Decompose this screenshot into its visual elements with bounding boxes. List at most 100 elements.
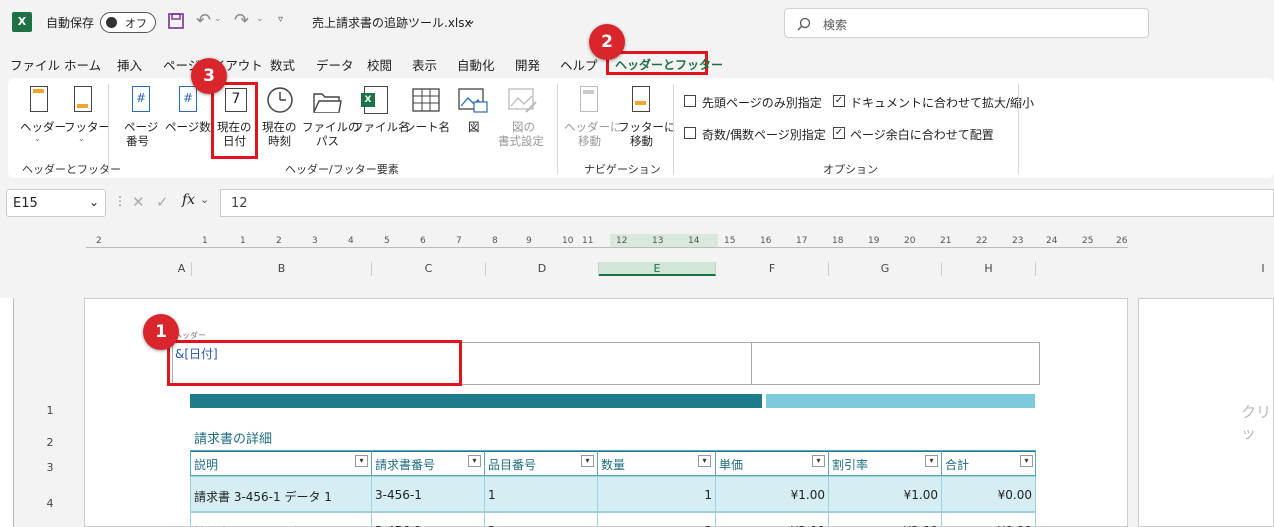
tab-help[interactable]: ヘルプ [560,55,598,74]
goto-footer-button[interactable]: フッターに 移動 [616,84,676,154]
undo-icon[interactable]: ↶ [196,10,211,31]
filter-dropdown-icon[interactable]: ▾ [355,455,368,467]
redo-icon[interactable]: ↷ [234,10,249,31]
tab-formulas[interactable]: 数式 [270,55,295,74]
table-cell[interactable]: 3-456-1 [371,476,485,512]
header-right-section[interactable] [751,342,1040,385]
save-icon[interactable] [168,13,184,29]
row-header-3[interactable]: 3 [38,461,62,474]
table-cell[interactable]: 1 [484,476,598,512]
scale-doc-checkbox[interactable]: ✓ [833,95,845,107]
redo-dropdown-icon[interactable]: ⌄ [256,14,264,24]
row-header-2[interactable]: 2 [38,436,62,449]
table-cell[interactable]: ¥2.00 [828,512,942,527]
formula-input[interactable]: 12 [220,189,1274,217]
footer-button[interactable]: フッター ⌄ [62,84,110,150]
autosave-toggle[interactable]: オフ [100,12,156,33]
cancel-icon[interactable]: ✕ [132,193,145,211]
align-margins-checkbox[interactable]: ✓ [833,127,845,139]
tab-file[interactable]: ファイル [10,55,60,74]
column-unit-price: 単価 ▾ [715,450,829,476]
table-cell[interactable]: 1 [597,476,716,512]
page-count-button[interactable]: # ページ数 [165,84,215,154]
table-cell[interactable]: 2 [484,512,598,527]
ribbon-separator [673,84,674,174]
header-button[interactable]: ヘッダー ⌄ [18,84,66,150]
column-header-b[interactable]: B [192,262,372,276]
tab-view[interactable]: 表示 [412,55,437,74]
goto-header-button[interactable]: ヘッダーに 移動 [564,84,622,154]
diff-first-checkbox[interactable] [684,95,696,107]
cell-reference: E15 [13,196,38,211]
group-label-options: オプション [823,163,878,176]
file-name-button[interactable]: X ファイル名 [352,84,410,154]
section-title: 請求書の詳細 [194,432,273,447]
table-cell[interactable]: 3-456-1 [371,512,485,527]
diff-odd-even-checkbox[interactable] [684,127,696,139]
next-page-text: クリッ [1241,403,1272,442]
format-picture-button[interactable]: 図の 書式設定 [496,84,550,154]
column-header-h[interactable]: H [942,262,1036,276]
tab-review[interactable]: 校閲 [367,55,392,74]
filter-sort-icon[interactable]: ▾ [468,455,481,467]
filter-dropdown-icon[interactable]: ▾ [698,455,711,467]
format-picture-label-1: 図の [512,120,535,134]
table-cell[interactable]: ¥1.00 [828,476,942,512]
group-label-header-footer-elements: ヘッダー/フッター要素 [285,163,399,176]
tab-data[interactable]: データ [316,55,354,74]
filter-dropdown-icon[interactable]: ▾ [581,455,594,467]
tab-home[interactable]: ホーム [64,55,101,74]
column-header-a[interactable]: A [172,262,192,276]
table-cell[interactable]: ¥0.00 [941,476,1036,512]
name-box[interactable]: E15 ⌄ [6,189,106,217]
table-cell[interactable]: 請求書 3-456-1 データ 1 [190,476,372,512]
name-box-dropdown-icon[interactable]: ⌄ [89,195,99,209]
header-label: ヘッダー [20,120,66,134]
vertical-ruler [0,298,14,527]
fx-dropdown-icon[interactable]: ⌄ [200,193,209,206]
undo-dropdown-icon[interactable]: ⌄ [214,14,222,24]
table-cell[interactable]: ¥1.00 [715,476,829,512]
more-icon[interactable]: ⋮ [114,194,126,208]
light-band [766,394,1035,408]
row-header-4[interactable]: 4 [38,497,62,510]
filter-dropdown-icon[interactable]: ▾ [1020,455,1033,467]
current-time-button[interactable]: 現在の 時刻 [258,84,304,154]
step-badge-2: 2 [589,24,625,60]
sheet-grid-icon [412,88,440,112]
column-header-c[interactable]: C [372,262,486,276]
filename-chevron-icon[interactable]: ⌄ [466,13,476,27]
header-doc-icon [30,86,48,112]
teal-band [190,394,762,408]
table-cell[interactable]: 請求書 3-456-1 データ 2 [190,512,372,527]
qat-customize-icon[interactable]: ▿ [278,14,283,25]
column-header-g[interactable]: G [829,262,942,276]
sheet-name-button[interactable]: シート名 [404,84,450,154]
tab-automate[interactable]: 自動化 [457,55,495,74]
column-header-f[interactable]: F [716,262,829,276]
current-time-label-2: 時刻 [268,134,291,148]
picture-button[interactable]: 図 [452,84,494,154]
row-header-1[interactable]: 1 [38,404,62,417]
page-number-button[interactable]: # ページ 番号 [116,84,166,154]
filter-dropdown-icon[interactable]: ▾ [925,455,938,467]
column-header-e[interactable]: E [599,262,716,276]
column-header-i[interactable]: I [1252,262,1274,276]
column-header-d[interactable]: D [486,262,599,276]
excel-logo-icon: X [12,12,32,32]
insert-function-icon[interactable]: fx [182,192,195,208]
file-path-button[interactable]: ファイルの パス [302,84,360,154]
tab-insert[interactable]: 挿入 [117,55,142,74]
tab-header-footer[interactable]: ヘッダーとフッター [606,51,723,75]
filter-dropdown-icon[interactable]: ▾ [812,455,825,467]
enter-icon[interactable]: ✓ [156,193,169,211]
horizontal-ruler: 2 1 1 2 3 4 5 6 7 8 9 10 11 12 13 14 15 … [86,234,1128,248]
tab-developer[interactable]: 開発 [515,55,540,74]
table-cell[interactable]: ¥2.00 [715,512,829,527]
file-name[interactable]: 売上請求書の追跡ツール.xlsx [312,14,472,31]
step-badge-3: 3 [191,58,227,94]
search-box[interactable]: 検索 [784,8,1149,38]
table-cell[interactable]: ¥0.00 [941,512,1036,527]
table-cell[interactable]: 2 [597,512,716,527]
formula-value: 12 [231,196,248,211]
